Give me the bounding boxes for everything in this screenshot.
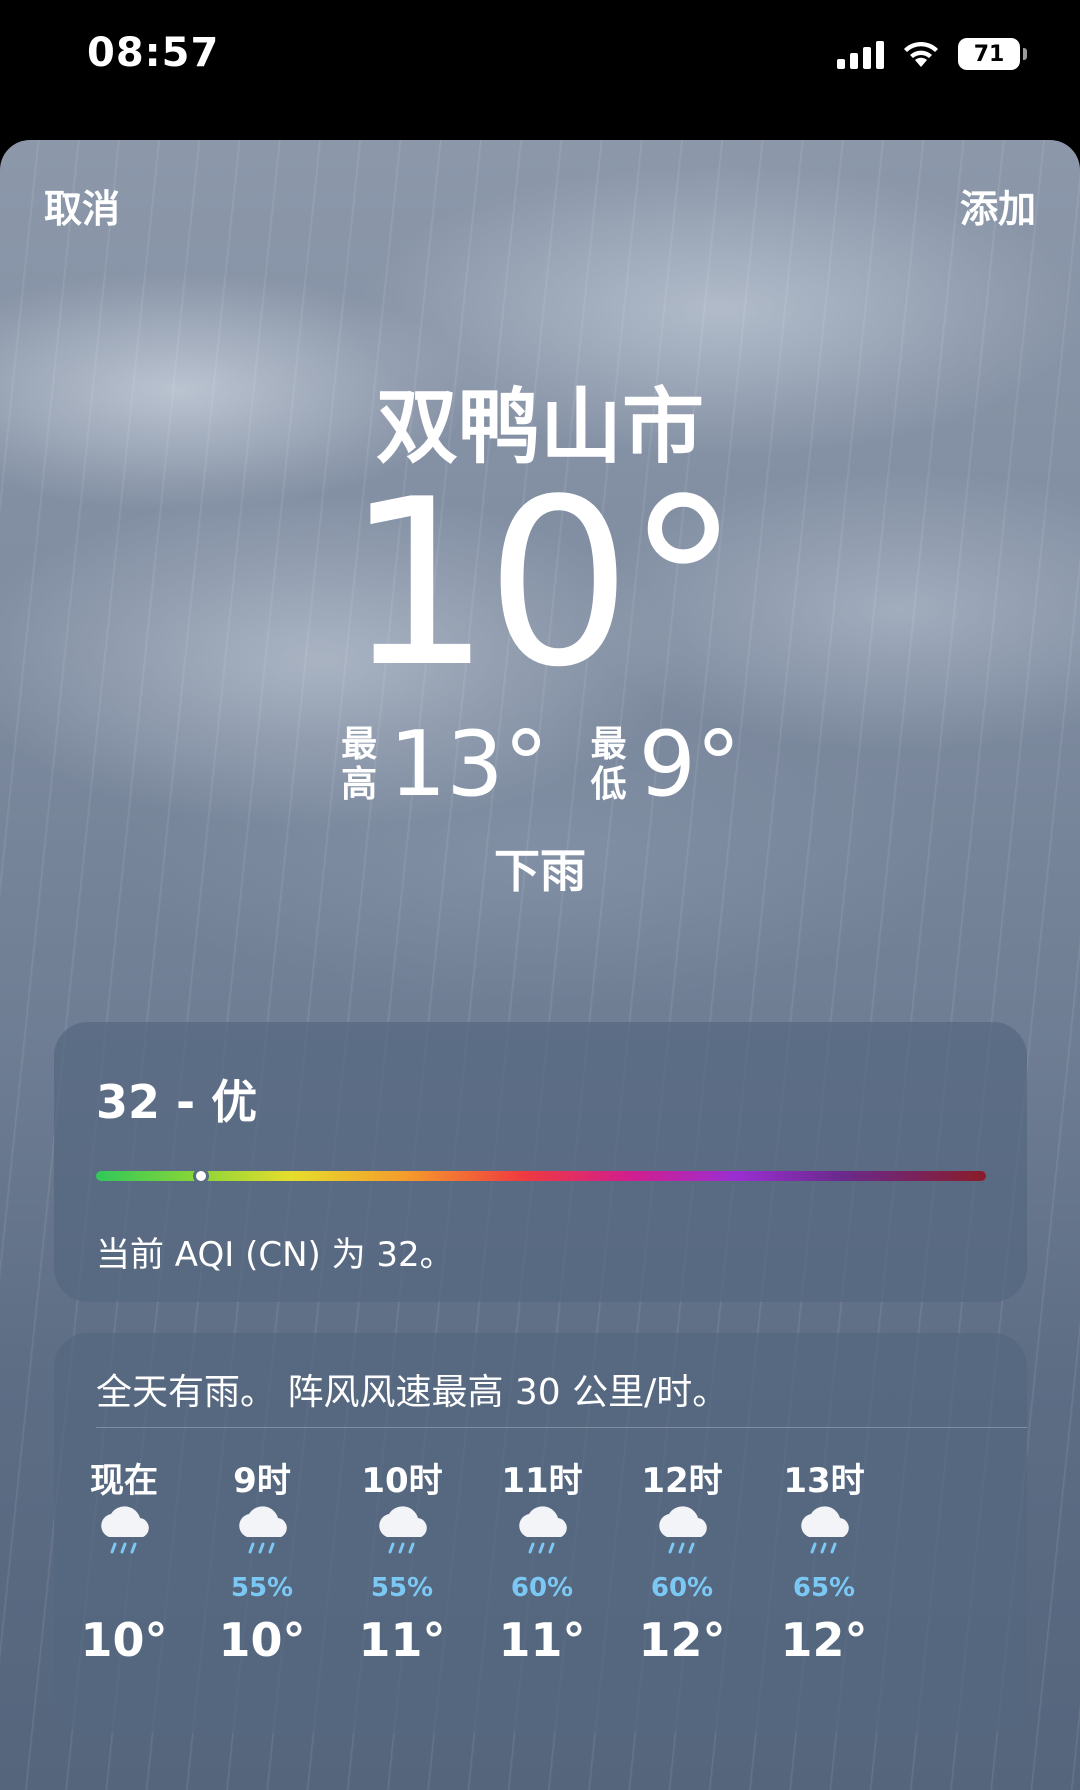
precip-chance xyxy=(54,1573,194,1603)
hour-column: 9时 55% 10° xyxy=(192,1453,332,1667)
battery-level: 71 xyxy=(973,41,1005,67)
hour-label: 现在 xyxy=(90,1461,158,1501)
cloud-rain-icon xyxy=(754,1503,894,1573)
aqi-card[interactable]: 32 - 优 当前 AQI (CN) 为 32。 xyxy=(54,1022,1027,1302)
hour-label: 12时 xyxy=(641,1461,723,1501)
hour-column: 11时 60% 11° xyxy=(472,1453,612,1667)
divider xyxy=(96,1427,1027,1428)
hour-label: 10时 xyxy=(361,1461,443,1501)
hour-temp: 12° xyxy=(780,1613,868,1667)
cloud-rain-icon xyxy=(192,1503,332,1573)
signal-icon xyxy=(837,39,884,69)
hour-temp: 11° xyxy=(498,1613,586,1667)
precip-chance: 55% xyxy=(370,1573,434,1603)
hour-label: 13时 xyxy=(783,1461,865,1501)
precip-chance: 60% xyxy=(650,1573,714,1603)
hour-column: 现在 10° xyxy=(54,1453,194,1667)
status-time: 08:57 xyxy=(87,30,220,76)
hour-label: 9时 xyxy=(233,1461,291,1501)
cloud-rain-icon xyxy=(472,1503,612,1573)
status-bar: 08:57 71 xyxy=(0,0,1080,130)
hour-column: 12时 60% 12° xyxy=(612,1453,752,1667)
high-label: 最高 xyxy=(341,724,378,805)
precip-chance: 60% xyxy=(510,1573,574,1603)
high-temp: 最高 13° xyxy=(339,720,549,810)
hour-temp: 11° xyxy=(358,1613,446,1667)
cloud-rain-icon xyxy=(54,1503,194,1573)
high-value: 13° xyxy=(389,712,549,817)
precip-chance: 65% xyxy=(792,1573,856,1603)
add-button[interactable]: 添加 xyxy=(960,178,1036,233)
hour-temp: 12° xyxy=(638,1613,726,1667)
status-icons: 71 xyxy=(837,38,1027,70)
high-low: 最高 13° 最低 9° xyxy=(0,720,1080,810)
aqi-indicator xyxy=(192,1168,209,1184)
aqi-description: 当前 AQI (CN) 为 32。 xyxy=(96,1235,454,1275)
aqi-scale-bar xyxy=(96,1168,986,1184)
cancel-button[interactable]: 取消 xyxy=(44,178,120,233)
wifi-icon xyxy=(904,41,938,67)
low-label: 最低 xyxy=(590,724,627,805)
hourly-forecast-card[interactable]: 全天有雨。 阵风风速最高 30 公里/时。 现在 10° 9时 55% 10° 10时 55… xyxy=(54,1333,1027,1733)
battery-icon: 71 xyxy=(958,38,1027,70)
precip-chance: 55% xyxy=(230,1573,294,1603)
hour-temp: 10° xyxy=(80,1613,168,1667)
hour-column: 13时 65% 12° xyxy=(754,1453,894,1667)
cloud-rain-icon xyxy=(332,1503,472,1573)
weather-sheet: 取消 添加 双鸭山市 10° 最高 13° 最低 9° 下雨 32 - 优 当前… xyxy=(0,140,1080,1790)
hour-temp: 10° xyxy=(218,1613,306,1667)
cloud-rain-icon xyxy=(612,1503,752,1573)
current-temperature: 10° xyxy=(345,451,741,718)
low-temp: 最低 9° xyxy=(589,720,741,810)
forecast-summary: 全天有雨。 阵风风速最高 30 公里/时。 xyxy=(96,1372,729,1413)
hour-column: 10时 55% 11° xyxy=(332,1453,472,1667)
low-value: 9° xyxy=(638,712,741,817)
aqi-title: 32 - 优 xyxy=(96,1075,258,1129)
weather-condition: 下雨 xyxy=(494,844,586,898)
hour-label: 11时 xyxy=(501,1461,583,1501)
